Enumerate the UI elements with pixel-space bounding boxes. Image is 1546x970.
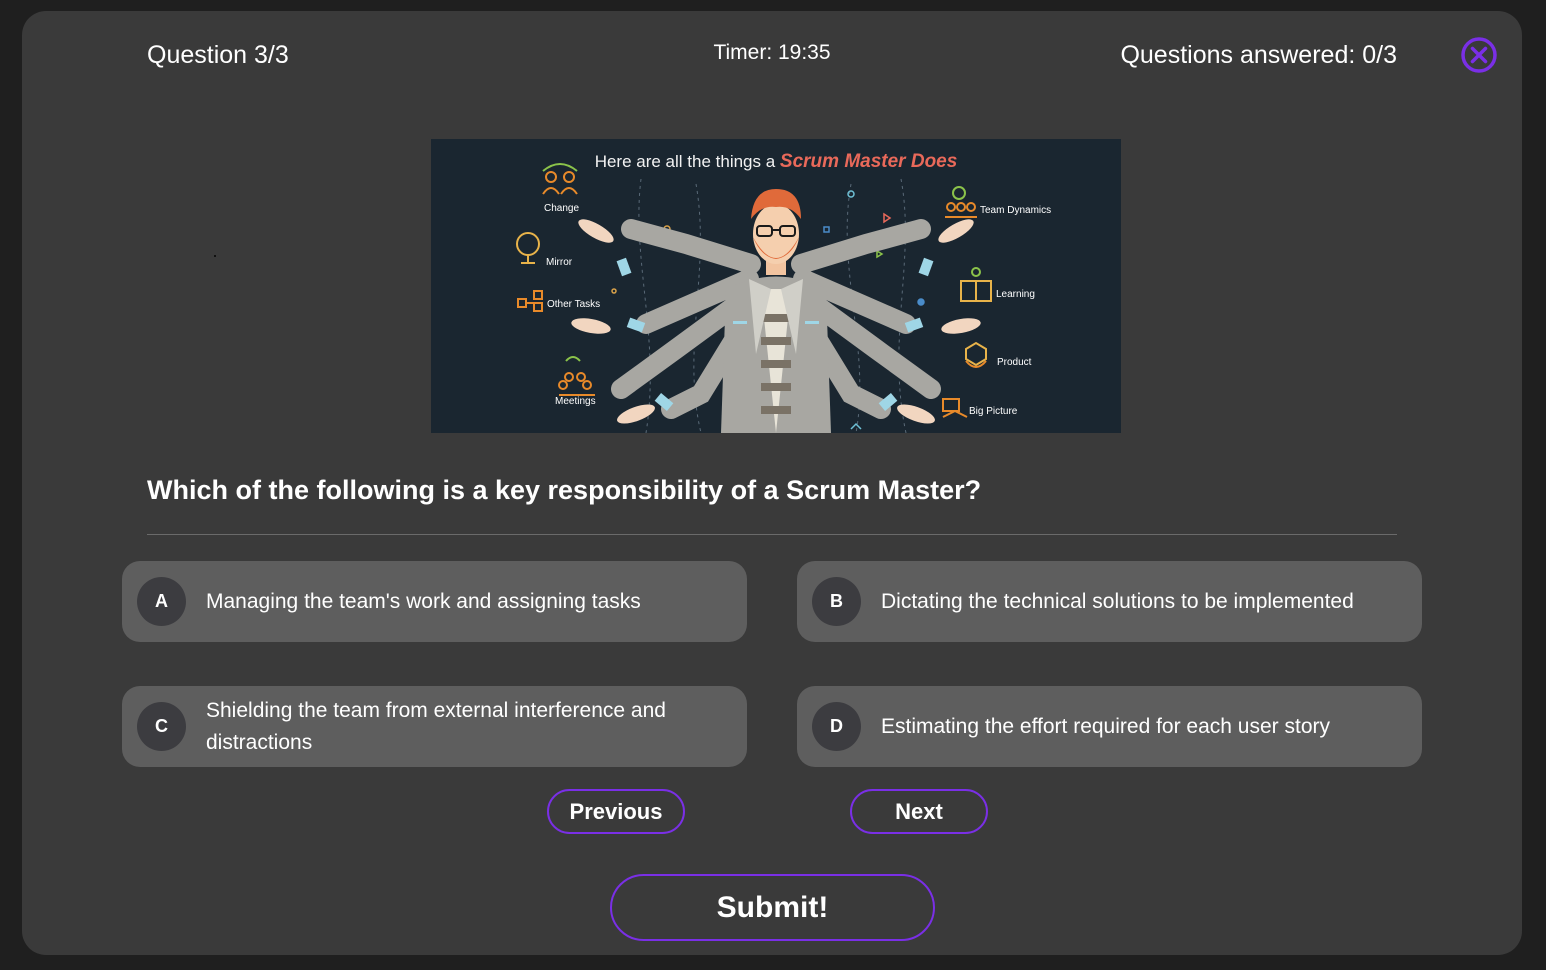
- option-d[interactable]: D Estimating the effort required for eac…: [797, 686, 1422, 767]
- illustration-title-prefix: Here are all the things a: [594, 152, 780, 171]
- label-product: Product: [997, 357, 1032, 368]
- option-letter-badge: D: [812, 702, 861, 751]
- scrum-master-illustration: Here are all the things a Scrum Master D…: [431, 139, 1121, 433]
- illustration-artwork: [516, 163, 992, 433]
- option-letter-badge: B: [812, 577, 861, 626]
- option-text: Dictating the technical solutions to be …: [881, 589, 1354, 613]
- label-change: Change: [544, 203, 580, 214]
- label-learning: Learning: [996, 289, 1035, 300]
- quiz-modal: Question 3/3 Timer: 19:35 Questions answ…: [22, 11, 1522, 955]
- close-circle-icon: [1461, 37, 1497, 73]
- option-text: Shielding the team from external interfe…: [206, 698, 666, 754]
- label-mirror: Mirror: [546, 257, 573, 268]
- question-text: Which of the following is a key responsi…: [147, 475, 982, 505]
- option-text: Managing the team's work and assigning t…: [206, 589, 641, 613]
- stray-dot: [214, 255, 216, 257]
- label-big-picture: Big Picture: [969, 406, 1018, 417]
- option-c[interactable]: C Shielding the team from external inter…: [122, 686, 747, 767]
- submit-button[interactable]: Submit!: [610, 874, 935, 941]
- option-text: Estimating the effort required for each …: [881, 714, 1330, 738]
- option-letter-badge: A: [137, 577, 186, 626]
- next-button[interactable]: Next: [850, 789, 988, 834]
- questions-answered-counter: Questions answered: 0/3: [1120, 41, 1397, 69]
- label-other-tasks: Other Tasks: [547, 299, 601, 310]
- label-meetings: Meetings: [555, 396, 596, 407]
- illustration-title-accent: Scrum Master Does: [779, 151, 958, 172]
- divider: [147, 534, 1397, 535]
- previous-button[interactable]: Previous: [547, 789, 685, 834]
- option-letter-badge: C: [137, 702, 186, 751]
- option-b[interactable]: B Dictating the technical solutions to b…: [797, 561, 1422, 642]
- illustration-title: Here are all the things a Scrum Master D…: [431, 151, 1121, 173]
- option-a[interactable]: A Managing the team's work and assigning…: [122, 561, 747, 642]
- label-team-dynamics: Team Dynamics: [980, 205, 1052, 216]
- close-button[interactable]: [1460, 36, 1498, 74]
